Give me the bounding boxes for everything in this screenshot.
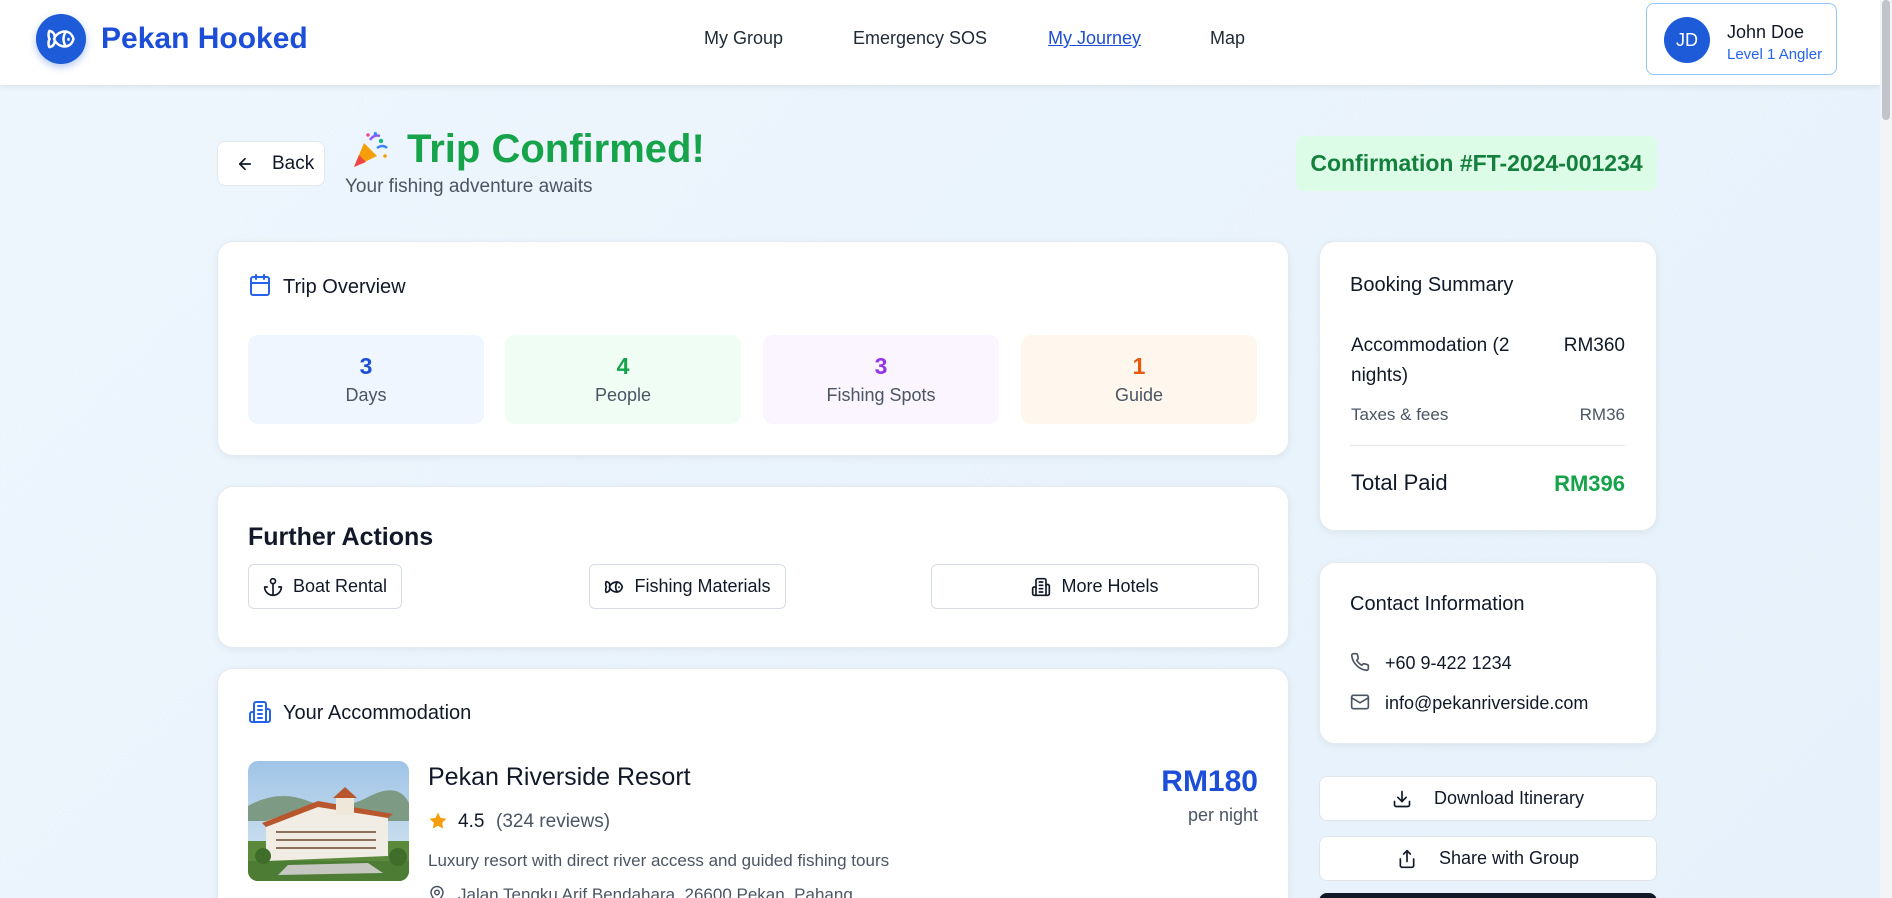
scrollbar-thumb[interactable] xyxy=(1882,0,1890,120)
resort-name[interactable]: Pekan Riverside Resort xyxy=(428,763,691,792)
building-icon xyxy=(1031,577,1051,597)
stat-fishing-spots: 3 Fishing Spots xyxy=(763,335,999,424)
download-itinerary-button[interactable]: Download Itinerary xyxy=(1319,776,1657,821)
further-actions-title: Further Actions xyxy=(248,523,434,551)
contact-info-title: Contact Information xyxy=(1350,593,1525,615)
stat-label: People xyxy=(594,384,652,405)
further-actions-card: Further Actions Boat Rental Fishing Mate… xyxy=(217,486,1289,648)
accommodation-cost-label: Accommodation (2 nights) xyxy=(1351,335,1510,386)
nav-my-group[interactable]: My Group xyxy=(704,28,783,49)
user-level: Level 1 Angler xyxy=(1727,46,1823,63)
back-button[interactable]: Back xyxy=(217,141,325,186)
rating-value: 4.5 xyxy=(458,811,485,832)
trip-overview-title: Trip Overview xyxy=(283,276,406,298)
button-label: Download Itinerary xyxy=(1433,788,1585,808)
stat-days: 3 Days xyxy=(248,335,484,424)
fish-logo-icon[interactable] xyxy=(36,14,86,64)
page-subtitle: Your fishing adventure awaits xyxy=(345,176,593,197)
mail-icon xyxy=(1350,692,1370,712)
confirmation-badge: Confirmation #FT-2024-001234 xyxy=(1296,136,1657,191)
stat-label: Guide xyxy=(1114,384,1164,405)
hotel-icon xyxy=(248,700,272,724)
price-per-night: RM180 xyxy=(1161,765,1258,798)
resort-photo[interactable] xyxy=(248,761,409,881)
map-pin-icon xyxy=(428,885,446,898)
stat-people: 4 People xyxy=(505,335,741,424)
stat-label: Days xyxy=(345,384,387,405)
party-popper-icon xyxy=(350,130,390,170)
star-icon xyxy=(428,811,448,831)
fishing-materials-button[interactable]: Fishing Materials xyxy=(589,564,786,609)
nav-emergency-sos[interactable]: Emergency SOS xyxy=(853,28,987,49)
divider xyxy=(1350,445,1625,446)
avatar: JD xyxy=(1664,17,1710,63)
booking-summary-card: Booking Summary Accommodation (2 nights)… xyxy=(1319,241,1657,531)
stat-value: 3 xyxy=(874,352,888,379)
top-header: Pekan Hooked My Group Emergency SOS My J… xyxy=(0,0,1880,85)
page-title: Trip Confirmed! xyxy=(407,127,705,171)
download-icon xyxy=(1392,789,1412,809)
total-paid-label: Total Paid xyxy=(1351,470,1448,495)
taxes-value: RM36 xyxy=(1579,405,1625,424)
stat-guide: 1 Guide xyxy=(1021,335,1257,424)
trip-overview-card: Trip Overview 3 Days 4 People 3 Fishing … xyxy=(217,241,1289,456)
boat-rental-button[interactable]: Boat Rental xyxy=(248,564,402,609)
anchor-icon xyxy=(263,577,283,597)
share-icon xyxy=(1397,849,1417,869)
resort-address: Jalan Tengku Arif Bendahara, 26600 Pekan… xyxy=(458,885,853,898)
stat-value: 3 xyxy=(359,352,373,379)
review-count[interactable]: (324 reviews) xyxy=(496,811,610,833)
phone-icon xyxy=(1350,652,1370,672)
stat-value: 1 xyxy=(1132,352,1146,379)
share-with-group-button[interactable]: Share with Group xyxy=(1319,836,1657,881)
button-label: Fishing Materials xyxy=(634,576,771,596)
stat-label: Fishing Spots xyxy=(826,384,936,405)
stat-value: 4 xyxy=(616,352,630,379)
next-action-button[interactable] xyxy=(1319,893,1657,898)
calendar-icon xyxy=(248,273,272,297)
total-paid-value: RM396 xyxy=(1554,471,1625,496)
arrow-left-icon xyxy=(236,155,254,173)
nav-map[interactable]: Map xyxy=(1210,28,1245,49)
accommodation-card: Your Accommodation Pekan Riverside Resor… xyxy=(217,668,1289,898)
email-address[interactable]: info@pekanriverside.com xyxy=(1385,693,1588,714)
nav-my-journey[interactable]: My Journey xyxy=(1048,28,1141,49)
button-label: More Hotels xyxy=(1061,576,1159,596)
accommodation-title: Your Accommodation xyxy=(283,702,472,724)
scrollbar[interactable] xyxy=(1880,0,1892,898)
accommodation-cost-value: RM360 xyxy=(1563,335,1625,356)
booking-summary-title: Booking Summary xyxy=(1350,274,1514,296)
contact-info-card: Contact Information +60 9-422 1234 info@… xyxy=(1319,562,1657,744)
brand-name[interactable]: Pekan Hooked xyxy=(101,22,308,56)
more-hotels-button[interactable]: More Hotels xyxy=(931,564,1259,609)
button-label: Share with Group xyxy=(1438,848,1580,868)
user-profile-button[interactable]: JD John Doe Level 1 Angler xyxy=(1646,3,1837,75)
resort-description: Luxury resort with direct river access a… xyxy=(428,851,890,870)
taxes-label: Taxes & fees xyxy=(1351,405,1449,424)
fish-icon xyxy=(604,577,624,597)
price-unit: per night xyxy=(1187,805,1258,825)
phone-number[interactable]: +60 9-422 1234 xyxy=(1385,653,1512,674)
back-label: Back xyxy=(272,152,315,174)
user-name: John Doe xyxy=(1727,22,1805,42)
button-label: Boat Rental xyxy=(292,576,388,596)
